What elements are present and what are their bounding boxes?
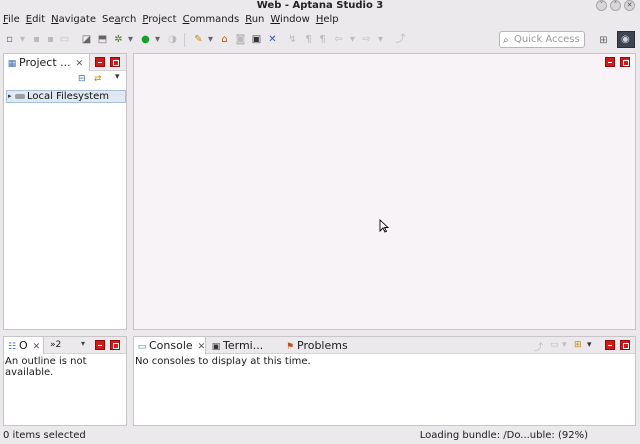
outline-message: An outline is not available. [5,356,87,378]
terminal-icon[interactable]: ▣ [250,33,263,46]
close-icon[interactable]: ✕ [76,59,84,69]
forward-icon[interactable]: ⇨ [360,33,373,46]
tab-project-explorer[interactable]: ▦ Project ... ✕ [4,54,90,71]
open-console-icon[interactable]: ⊞ [574,340,582,350]
back-dropdown-icon[interactable]: ▾ [346,33,359,46]
status-selection: 0 items selected [3,430,86,441]
run-dropdown-icon[interactable]: ▾ [151,33,164,46]
tab-problems[interactable]: ⚑ Problems [282,337,348,354]
console-message: No consoles to display at this time. [135,356,311,367]
menu-bar: File Edit Navigate Search Project Comman… [0,13,640,27]
project-tabbar: ▦ Project ... ✕ [4,54,126,71]
debug-dropdown-icon[interactable]: ▾ [124,33,137,46]
new-icon[interactable]: ▫ [3,33,16,46]
open-console-dropdown-icon[interactable]: ▾ [587,340,592,350]
display-console-icon[interactable]: ▭ [550,340,559,350]
print-icon[interactable]: ▭ [58,33,71,46]
maximize-button[interactable] [620,340,630,350]
editor-area[interactable] [133,53,636,330]
save-icon[interactable]: ▪ [30,33,43,46]
menu-navigate[interactable]: Navigate [48,13,99,27]
menu-help[interactable]: Help [313,13,342,27]
deploy-icon[interactable]: ⬒ [96,33,109,46]
view-menu-icon[interactable]: ▾ [81,339,85,348]
problems-icon: ⚑ [285,342,295,352]
minimize-button[interactable] [95,57,105,67]
forward-dropdown-icon[interactable]: ▾ [374,33,387,46]
console-icon: ▭ [137,342,147,352]
close-icon[interactable]: ✕ [198,342,206,352]
maximize-button[interactable] [110,57,120,67]
status-bar: 0 items selected Loading bundle: /Do...u… [0,429,640,444]
show-whitespace-icon[interactable]: ¶ [302,33,315,46]
editor-minimize-button[interactable] [605,57,615,67]
mouse-cursor-icon [379,219,389,233]
next-annotation-icon[interactable]: ↯ [286,33,299,46]
menu-edit[interactable]: Edit [23,13,48,27]
menu-project[interactable]: Project [139,13,179,27]
quick-access-input[interactable]: ⌕ Quick Access [499,31,585,48]
tab-outline[interactable]: ☷ O ✕ [4,337,44,354]
toolbar-separator [184,33,185,47]
terminal-icon: ▣ [211,342,221,352]
tab-overflow[interactable]: »2 [50,337,61,354]
console-tabbar: ▭ Console ✕ ▣ Termi... ⚑ Problems ⤴ ▭ ▾ ⊞ ▾ [134,337,635,354]
maximize-button[interactable] [110,340,120,350]
open-type-icon[interactable]: ◪ [80,33,93,46]
window-close-button[interactable]: ✕ [624,0,635,11]
menu-search[interactable]: Search [99,13,139,27]
project-explorer-panel: ▦ Project ... ✕ ⊟ ⇄ ▾ ▸ Local Filesystem [3,53,127,330]
outline-icon: ☷ [7,342,17,352]
drive-icon [15,93,25,99]
menu-run[interactable]: Run [242,13,267,27]
project-explorer-icon: ▦ [7,59,17,69]
window-title: Web - Aptana Studio 3 [256,0,384,11]
outline-panel: ☷ O ✕ »2 ▾ An outline is not available. [3,336,127,426]
camera-icon[interactable]: ◙ [234,33,247,46]
save-all-icon[interactable]: ▪ [44,33,57,46]
back-icon[interactable]: ⇦ [332,33,345,46]
view-menu-icon[interactable]: ▾ [115,72,120,82]
home-icon[interactable]: ⌂ [218,33,231,46]
expand-arrow-icon[interactable]: ▸ [8,91,12,102]
window-minimize-button[interactable]: ˅ [596,0,607,11]
tab-terminal[interactable]: ▣ Termi... [208,337,263,354]
last-edit-icon[interactable]: ⤴ [394,33,407,46]
close-icon[interactable]: ✕ [33,342,41,352]
outline-tabbar: ☷ O ✕ »2 ▾ [4,337,126,354]
tree-item-local-filesystem[interactable]: ▸ Local Filesystem [6,90,126,103]
perspective-glyph-icon: ◉ [621,34,630,45]
tab-console[interactable]: ▭ Console ✕ [134,337,206,354]
menu-file[interactable]: File [0,13,23,27]
web-perspective-icon[interactable]: ◉ [617,31,635,48]
search-icon: ⌕ [503,35,509,46]
menu-window[interactable]: Window [267,13,312,27]
status-progress: Loading bundle: /Do...uble: (92%) [419,430,588,441]
external-tools-icon[interactable]: ◑ [166,33,179,46]
console-panel: ▭ Console ✕ ▣ Termi... ⚑ Problems ⤴ ▭ ▾ ⊞ ▾ … [133,336,636,426]
display-dropdown-icon[interactable]: ▾ [562,340,567,350]
wand-dropdown-icon[interactable]: ▾ [204,33,217,46]
window-maximize-button[interactable]: ˄ [610,0,621,11]
pin-console-icon[interactable]: ⤴ [534,340,543,353]
minimize-button[interactable] [605,340,615,350]
menu-commands[interactable]: Commands [180,13,243,27]
new-dropdown-icon[interactable]: ▾ [16,33,29,46]
collapse-all-icon[interactable]: ⊟ [78,74,86,84]
minimize-button[interactable] [95,340,105,350]
title-bar: Web - Aptana Studio 3 ˅ ˄ ✕ [0,0,640,12]
editor-maximize-button[interactable] [620,57,630,67]
link-editor-icon[interactable]: ⇄ [94,74,102,84]
block-select-icon[interactable]: ¶ [316,33,329,46]
pin-icon[interactable]: ✕ [266,33,279,46]
open-perspective-icon[interactable]: ⊞ [597,34,610,47]
